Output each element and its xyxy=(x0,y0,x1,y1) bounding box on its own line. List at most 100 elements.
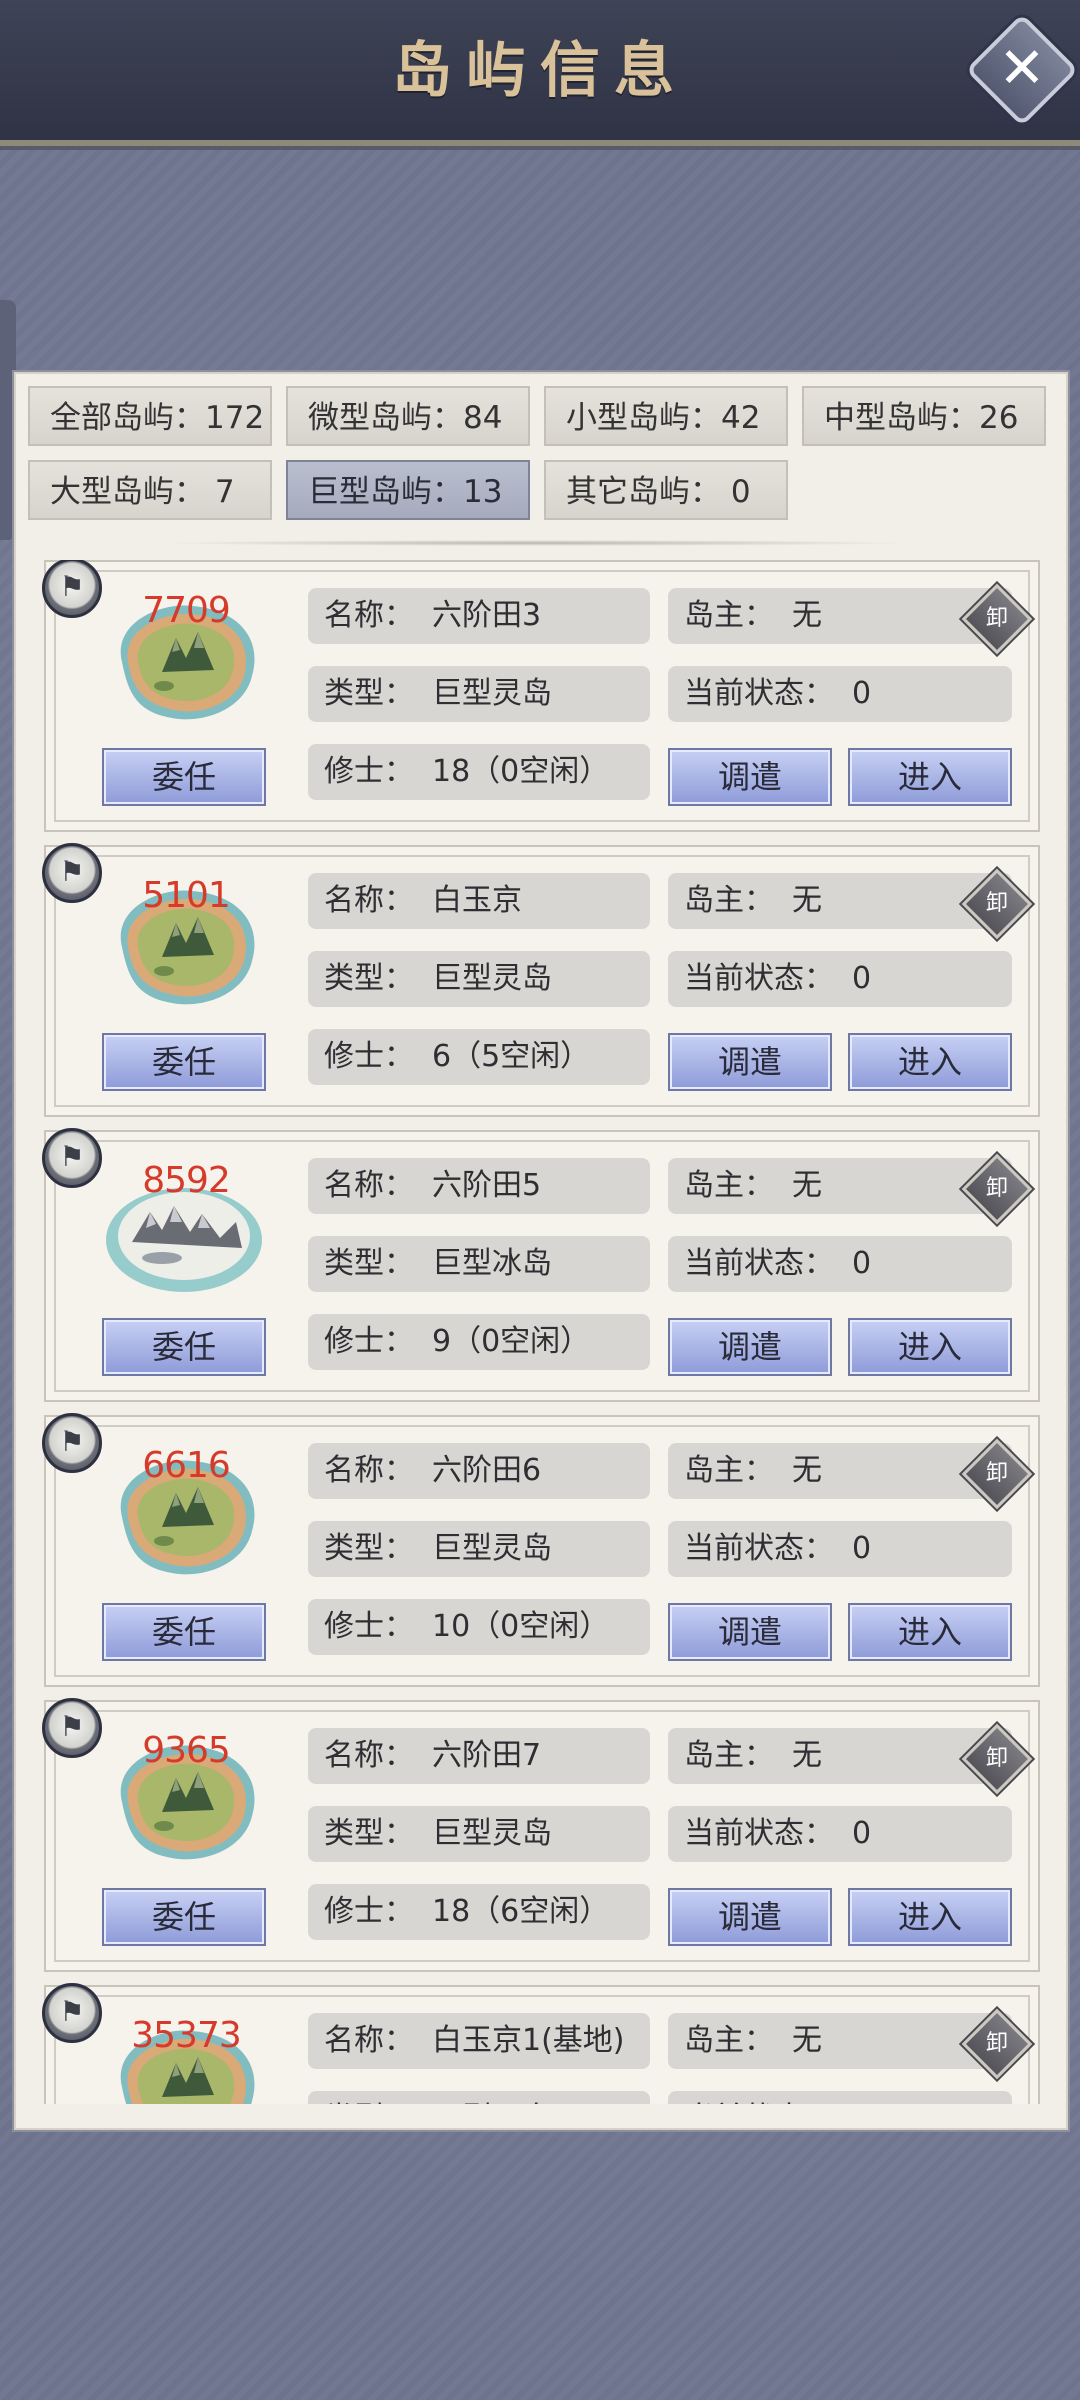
name-label: 名称： xyxy=(324,1168,414,1203)
name-label: 名称： xyxy=(324,1453,414,1488)
cultivators-label: 修士： xyxy=(324,1039,414,1074)
island-type: 巨型灵岛 xyxy=(432,2101,552,2104)
owner-label: 岛主： xyxy=(684,1738,774,1773)
cultivators-label: 修士： xyxy=(324,1894,414,1929)
flag-icon[interactable] xyxy=(42,1698,102,1758)
filter-huge[interactable]: 巨型岛屿：13 xyxy=(286,460,530,520)
appoint-button[interactable]: 委任 xyxy=(102,1318,266,1376)
filter-other[interactable]: 其它岛屿： 0 xyxy=(544,460,788,520)
island-name-field: 名称： 六阶田3 xyxy=(308,588,650,644)
island-cultivators-field: 修士： 18（6空闲） xyxy=(308,1884,650,1940)
filter-micro[interactable]: 微型岛屿：84 xyxy=(286,386,530,446)
island-score: 8592 xyxy=(142,1160,231,1201)
island-cultivators-field: 修士： 10（0空闲） xyxy=(308,1599,650,1655)
filter-all[interactable]: 全部岛屿：172 xyxy=(28,386,272,446)
cultivators-label: 修士： xyxy=(324,754,414,789)
status-label: 当前状态： xyxy=(684,2101,834,2104)
owner-label: 岛主： xyxy=(684,1453,774,1488)
island-owner-field: 岛主： 无 xyxy=(668,588,1012,644)
page-title: 岛屿信息 xyxy=(392,36,688,106)
uninstall-icon: 卸 xyxy=(985,1461,1008,1486)
appoint-button[interactable]: 委任 xyxy=(102,1603,266,1661)
island-status-field: 当前状态： 0 xyxy=(668,1806,1012,1862)
island-owner-field: 岛主： 无 xyxy=(668,1728,1012,1784)
island-owner: 无 xyxy=(792,1168,822,1203)
owner-label: 岛主： xyxy=(684,598,774,633)
island-cultivators: 9（0空闲） xyxy=(432,1324,591,1359)
island-name-field: 名称： 六阶田6 xyxy=(308,1443,650,1499)
island-score: 9365 xyxy=(142,1730,231,1771)
divider xyxy=(156,540,916,546)
island-owner-field: 岛主： 无 xyxy=(668,1158,1012,1214)
type-label: 类型： xyxy=(324,2101,414,2104)
dispatch-button[interactable]: 调遣 xyxy=(668,1318,832,1376)
status-label: 当前状态： xyxy=(684,676,834,711)
island-cultivators: 18（6空闲） xyxy=(432,1894,610,1929)
status-label: 当前状态： xyxy=(684,1246,834,1281)
filter-medium[interactable]: 中型岛屿：26 xyxy=(802,386,1046,446)
island-card: 7709 名称： 六阶田3 岛主： 无 卸类型： 巨型灵岛 当前状态： 0 修士： 18（0空闲） 委… xyxy=(42,560,1040,832)
filter-small[interactable]: 小型岛屿：42 xyxy=(544,386,788,446)
island-list[interactable]: 7709名称：六阶田3岛主：无卸类型：巨型灵岛当前状态：0修士：18（0空闲）委… xyxy=(28,560,1058,2104)
enter-button[interactable]: 进入 xyxy=(848,1033,1012,1091)
dispatch-button[interactable]: 调遣 xyxy=(668,1603,832,1661)
island-card: 5101 名称： 白玉京 岛主： 无 卸类型： 巨型灵岛 当前状态： 0 修士： 6（5空闲） 委任 调… xyxy=(42,843,1040,1117)
enter-button[interactable]: 进入 xyxy=(848,1603,1012,1661)
owner-label: 岛主： xyxy=(684,1168,774,1203)
island-owner-field: 岛主： 无 xyxy=(668,873,1012,929)
uninstall-icon: 卸 xyxy=(985,1176,1008,1201)
island-card: 6616 名称： 六阶田6 岛主： 无 卸类型： 巨型灵岛 当前状态： 0 修士： 10（0空闲） 委… xyxy=(42,1413,1040,1687)
type-label: 类型： xyxy=(324,676,414,711)
island-status-field: 当前状态： 0 xyxy=(668,1521,1012,1577)
flag-icon[interactable] xyxy=(42,843,102,903)
flag-icon[interactable] xyxy=(42,1128,102,1188)
island-type-field: 类型： 巨型灵岛 xyxy=(308,1521,650,1577)
island-type: 巨型灵岛 xyxy=(432,1816,552,1851)
island-cultivators-field: 修士： 6（5空闲） xyxy=(308,1029,650,1085)
island-cultivators: 10（0空闲） xyxy=(432,1609,610,1644)
name-label: 名称： xyxy=(324,2023,414,2058)
enter-button[interactable]: 进入 xyxy=(848,748,1012,806)
cultivators-label: 修士： xyxy=(324,1609,414,1644)
island-status-field: 当前状态： 0 xyxy=(668,666,1012,722)
type-label: 类型： xyxy=(324,1246,414,1281)
appoint-button[interactable]: 委任 xyxy=(102,1888,266,1946)
title-bar: 岛屿信息 ✕ xyxy=(0,0,1080,146)
type-label: 类型： xyxy=(324,961,414,996)
island-status: 0 xyxy=(852,1531,872,1566)
island-type-field: 类型： 巨型灵岛 xyxy=(308,1806,650,1862)
filter-large[interactable]: 大型岛屿： 7 xyxy=(28,460,272,520)
owner-label: 岛主： xyxy=(684,2023,774,2058)
name-label: 名称： xyxy=(324,1738,414,1773)
uninstall-icon: 卸 xyxy=(985,2031,1008,2056)
island-type: 巨型灵岛 xyxy=(432,1531,552,1566)
flag-icon[interactable] xyxy=(42,1413,102,1473)
island-owner-field: 岛主： 无 xyxy=(668,2013,1012,2069)
island-info-panel: 全部岛屿：172 微型岛屿：84 小型岛屿：42 中型岛屿：26 大型岛屿： 7… xyxy=(14,372,1068,2130)
name-label: 名称： xyxy=(324,883,414,918)
appoint-button[interactable]: 委任 xyxy=(102,748,266,806)
filter-tabs: 全部岛屿：172 微型岛屿：84 小型岛屿：42 中型岛屿：26 大型岛屿： 7… xyxy=(28,386,1058,536)
island-cultivators-field: 修士： 18（0空闲） xyxy=(308,744,650,800)
island-name: 白玉京 xyxy=(432,883,522,918)
dispatch-button[interactable]: 调遣 xyxy=(668,748,832,806)
dispatch-button[interactable]: 调遣 xyxy=(668,1888,832,1946)
flag-icon[interactable] xyxy=(42,560,102,618)
island-type: 巨型灵岛 xyxy=(432,676,552,711)
enter-button[interactable]: 进入 xyxy=(848,1888,1012,1946)
appoint-button[interactable]: 委任 xyxy=(102,1033,266,1091)
status-label: 当前状态： xyxy=(684,961,834,996)
flag-icon[interactable] xyxy=(42,1983,102,2043)
island-type-field: 类型： 巨型灵岛 xyxy=(308,2091,650,2104)
type-label: 类型： xyxy=(324,1816,414,1851)
island-owner-field: 岛主： 无 xyxy=(668,1443,1012,1499)
island-score: 35373 xyxy=(131,2015,242,2056)
island-score: 6616 xyxy=(142,1445,231,1486)
island-status: 0 xyxy=(852,1816,872,1851)
dispatch-button[interactable]: 调遣 xyxy=(668,1033,832,1091)
island-name-field: 名称： 白玉京1(基地) xyxy=(308,2013,650,2069)
enter-button[interactable]: 进入 xyxy=(848,1318,1012,1376)
island-owner: 无 xyxy=(792,883,822,918)
island-name: 六阶田7 xyxy=(432,1738,542,1773)
status-label: 当前状态： xyxy=(684,1531,834,1566)
